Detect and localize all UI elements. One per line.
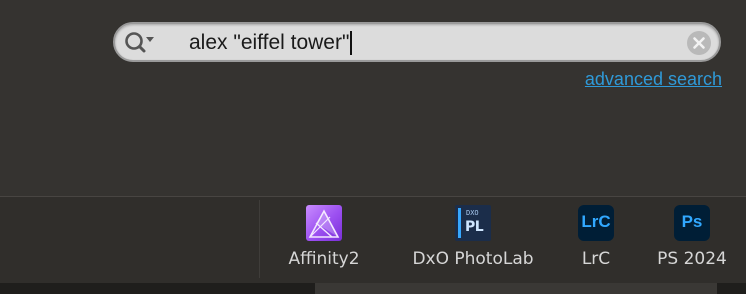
lightroom-classic-icon: LrC <box>578 205 614 241</box>
app-window: alex "eiffel tower" advanced search Affi… <box>0 0 746 294</box>
footer-strip <box>0 283 746 294</box>
search-icon[interactable] <box>123 30 155 56</box>
dxo-icon-subtext: DXO <box>466 209 479 217</box>
footer-strip-panel <box>315 283 717 294</box>
app-affinity2[interactable]: Affinity2 <box>281 205 367 269</box>
app-label-lrc: LrC <box>581 249 611 269</box>
app-dxo-photolab[interactable]: DXO PL DxO PhotoLab <box>398 205 548 269</box>
app-lightroom-classic[interactable]: LrC LrC <box>574 205 618 269</box>
search-query-text: alex "eiffel tower" <box>189 31 350 54</box>
clear-search-icon[interactable] <box>687 31 711 55</box>
text-caret <box>350 31 353 56</box>
app-photoshop-2024[interactable]: Ps PS 2024 <box>646 205 738 269</box>
lrc-icon-text: LrC <box>581 212 611 231</box>
toolbar-separator <box>259 200 260 278</box>
external-editors-bar <box>0 197 746 283</box>
app-label-dxo-photolab: DxO PhotoLab <box>412 249 534 269</box>
advanced-search-link[interactable]: advanced search <box>585 69 722 90</box>
search-field[interactable]: alex "eiffel tower" <box>113 22 721 62</box>
app-label-ps-2024: PS 2024 <box>657 249 727 269</box>
photoshop-icon: Ps <box>674 205 710 241</box>
app-label-affinity2: Affinity2 <box>288 249 360 269</box>
dxo-photolab-icon: DXO PL <box>455 205 491 241</box>
search-input[interactable]: alex "eiffel tower" <box>189 30 353 56</box>
search-panel: alex "eiffel tower" advanced search <box>0 0 746 196</box>
ps-icon-text: Ps <box>681 212 703 231</box>
dxo-icon-text: PL <box>465 219 484 235</box>
affinity-photo-icon <box>306 205 342 241</box>
